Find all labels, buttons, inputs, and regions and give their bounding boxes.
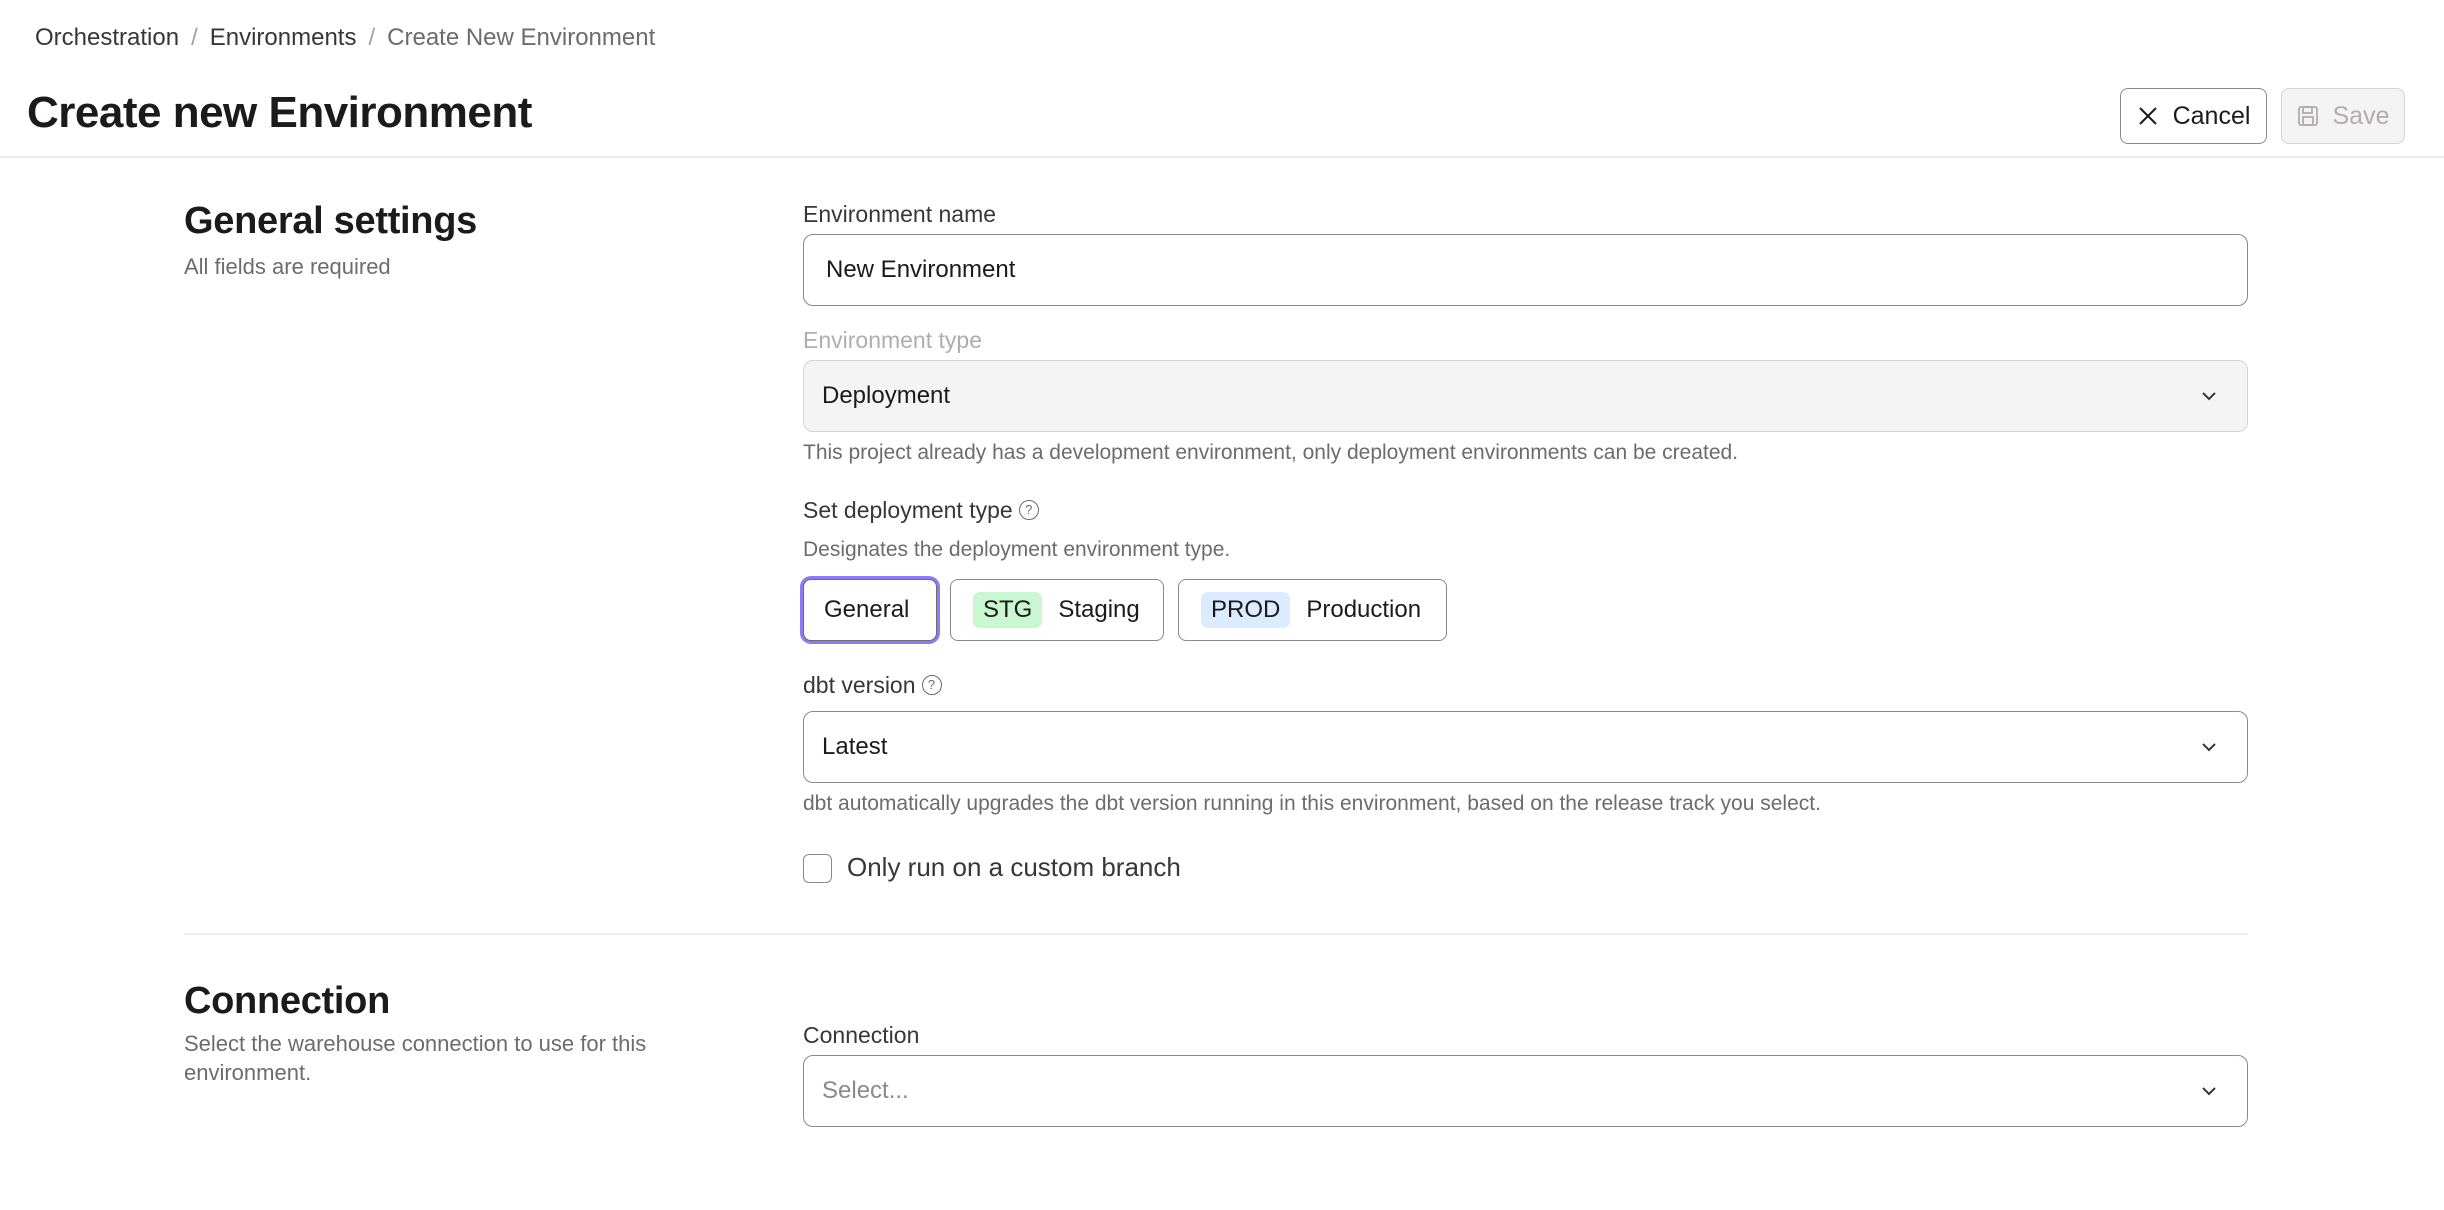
help-icon[interactable]: ? <box>1018 499 1039 520</box>
section-divider <box>184 933 2248 935</box>
cancel-button[interactable]: Cancel <box>2120 88 2267 144</box>
environment-type-value: Deployment <box>822 382 951 409</box>
environment-name-value: New Environment <box>826 256 1016 283</box>
option-label: Staging <box>1058 596 1140 623</box>
breadcrumb-current: Create New Environment <box>387 24 656 51</box>
breadcrumb-orchestration[interactable]: Orchestration <box>35 24 179 52</box>
environment-type-label: Environment type <box>803 327 982 353</box>
stg-tag: STG <box>973 592 1043 628</box>
deployment-type-label: Set deployment type <box>803 497 1013 523</box>
custom-branch-label[interactable]: Only run on a custom branch <box>847 852 1181 883</box>
close-icon <box>2138 107 2157 125</box>
environment-type-help: This project already has a development e… <box>803 441 1739 464</box>
connection-label: Connection <box>803 1022 920 1048</box>
connection-placeholder: Select... <box>822 1077 909 1104</box>
option-label: Production <box>1306 596 1422 623</box>
deployment-option-general[interactable]: General <box>803 579 937 641</box>
save-button[interactable]: Save <box>2281 88 2405 144</box>
environment-name-label: Environment name <box>803 201 997 227</box>
deployment-option-staging[interactable]: STG Staging <box>950 579 1164 641</box>
general-settings-subtitle: All fields are required <box>184 254 391 279</box>
dbt-version-label-row: dbt version? <box>803 672 942 699</box>
breadcrumb: Orchestration / Environments / Create Ne… <box>35 24 655 52</box>
save-icon <box>2297 106 2318 126</box>
general-settings-title: General settings <box>184 200 477 242</box>
connection-section-title: Connection <box>184 980 390 1022</box>
environment-type-select[interactable]: Deployment <box>803 360 2248 432</box>
breadcrumb-environments[interactable]: Environments <box>210 24 357 52</box>
breadcrumb-separator: / <box>368 24 376 51</box>
deployment-option-production[interactable]: PROD Production <box>1178 579 1447 641</box>
save-label: Save <box>2332 101 2390 130</box>
connection-section-subtitle: Select the warehouse connection to use f… <box>184 1029 646 1087</box>
header-divider <box>0 156 2444 158</box>
dbt-version-help: dbt automatically upgrades the dbt versi… <box>803 792 1821 815</box>
prod-tag: PROD <box>1201 592 1291 628</box>
dbt-version-label: dbt version <box>803 672 916 698</box>
chevron-down-icon <box>2202 743 2216 752</box>
dbt-version-value: Latest <box>822 733 888 760</box>
page-title: Create new Environment <box>27 88 532 137</box>
deployment-type-label-row: Set deployment type? <box>803 497 1039 524</box>
custom-branch-checkbox[interactable] <box>803 854 832 883</box>
option-label: General <box>824 596 910 623</box>
chevron-down-icon <box>2202 392 2216 401</box>
help-icon[interactable]: ? <box>921 674 942 695</box>
connection-select[interactable]: Select... <box>803 1055 2248 1127</box>
deployment-type-help: Designates the deployment environment ty… <box>803 538 1231 561</box>
chevron-down-icon <box>2202 1087 2216 1096</box>
connection-subtitle-line2: environment. <box>184 1060 312 1085</box>
dbt-version-select[interactable]: Latest <box>803 711 2248 783</box>
cancel-label: Cancel <box>2172 101 2251 130</box>
connection-subtitle-line1: Select the warehouse connection to use f… <box>184 1031 647 1056</box>
breadcrumb-separator: / <box>191 24 198 51</box>
environment-name-input[interactable]: New Environment <box>803 234 2248 306</box>
